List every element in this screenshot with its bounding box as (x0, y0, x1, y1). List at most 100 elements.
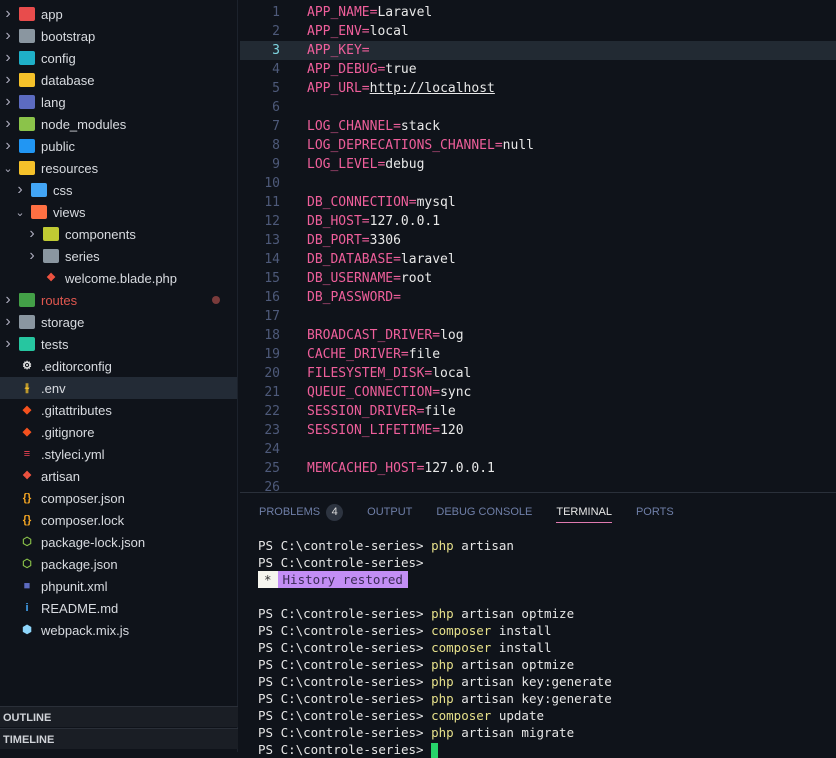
tab-output[interactable]: OUTPUT (367, 502, 412, 522)
tree-item-label: bootstrap (41, 28, 96, 44)
code-editor[interactable]: 1 APP_NAME=Laravel 2 APP_ENV=local 3 APP_KEY=… (240, 0, 836, 495)
tree-item[interactable]: › css (0, 179, 237, 201)
chevron-right-icon[interactable]: › (13, 181, 27, 199)
code-line[interactable]: 3 APP_KEY= (240, 41, 836, 60)
code-line[interactable]: 4 APP_DEBUG=true (240, 60, 836, 79)
tree-item[interactable]: › database (0, 69, 237, 91)
terminal[interactable]: PS C:\controle-series> php artisan PS C:\… (258, 537, 612, 758)
timeline-section[interactable]: TIMELINE (0, 728, 238, 749)
tree-item[interactable]: ⫳ .env (0, 377, 237, 399)
chevron-right-icon[interactable]: › (1, 115, 15, 133)
tree-item[interactable]: › storage (0, 311, 237, 333)
chevron-right-icon[interactable]: › (25, 247, 39, 265)
env-key: BROADCAST_DRIVER (307, 328, 433, 343)
tree-item[interactable]: ⚙ .editorconfig (0, 355, 237, 377)
tree-item[interactable]: ◆ .gitattributes (0, 399, 237, 421)
terminal-line: PS C:\controle-series> php artisan migra… (258, 724, 612, 741)
chevron-right-icon[interactable]: › (1, 49, 15, 67)
tree-item[interactable]: › components (0, 223, 237, 245)
line-number: 4 (272, 62, 280, 77)
code-line[interactable]: 21 QUEUE_CONNECTION=sync (240, 383, 836, 402)
code-line[interactable]: 17 (240, 307, 836, 326)
code-line[interactable]: 24 (240, 440, 836, 459)
chevron-down-icon[interactable]: ⌄ (13, 206, 27, 219)
tree-item[interactable]: › public (0, 135, 237, 157)
file-tree: › app › bootstrap › config › database › lang › node… (0, 3, 237, 641)
chevron-right-icon[interactable]: › (1, 71, 15, 89)
terminal-args: artisan optmize (453, 606, 575, 621)
tree-item[interactable]: {} composer.lock (0, 509, 237, 531)
tree-item[interactable]: ⬡ package.json (0, 553, 237, 575)
tab-ports[interactable]: PORTS (636, 502, 674, 522)
code-line[interactable]: 13 DB_PORT=3306 (240, 231, 836, 250)
tree-item[interactable]: › routes (0, 289, 237, 311)
code-line[interactable]: 19 CACHE_DRIVER=file (240, 345, 836, 364)
code-line[interactable]: 12 DB_HOST=127.0.0.1 (240, 212, 836, 231)
line-content: DB_CONNECTION=mysql (307, 193, 456, 212)
code-line[interactable]: 14 DB_DATABASE=laravel (240, 250, 836, 269)
code-line[interactable]: 25 MEMCACHED_HOST=127.0.0.1 (240, 459, 836, 478)
tree-item[interactable]: ◆ .gitignore (0, 421, 237, 443)
tab-debug-console[interactable]: DEBUG CONSOLE (436, 502, 532, 522)
tree-item[interactable]: › series (0, 245, 237, 267)
tree-item[interactable]: ⬡ package-lock.json (0, 531, 237, 553)
line-content: DB_HOST=127.0.0.1 (307, 212, 440, 231)
tree-item[interactable]: i README.md (0, 597, 237, 619)
chevron-right-icon[interactable]: › (1, 5, 15, 23)
tree-item-label: database (41, 72, 95, 88)
tree-item[interactable]: ■ phpunit.xml (0, 575, 237, 597)
terminal-args: artisan optmize (453, 657, 575, 672)
code-line[interactable]: 5 APP_URL=http://localhost (240, 79, 836, 98)
tree-item[interactable]: › node_modules (0, 113, 237, 135)
outline-section[interactable]: OUTLINE (0, 706, 238, 727)
tree-item[interactable]: ❖ artisan (0, 465, 237, 487)
code-line[interactable]: 8 LOG_DEPRECATIONS_CHANNEL=null (240, 136, 836, 155)
code-line[interactable]: 16 DB_PASSWORD= (240, 288, 836, 307)
code-line[interactable]: 20 FILESYSTEM_DISK=local (240, 364, 836, 383)
chevron-right-icon[interactable]: › (1, 137, 15, 155)
terminal-prompt: PS C:\controle-series> (258, 725, 424, 740)
code-line[interactable]: 2 APP_ENV=local (240, 22, 836, 41)
tree-item[interactable]: {} composer.json (0, 487, 237, 509)
env-value-link[interactable]: http://localhost (370, 81, 495, 96)
tree-item[interactable]: ⬢ webpack.mix.js (0, 619, 237, 641)
tree-item[interactable]: › app (0, 3, 237, 25)
tree-item[interactable]: › bootstrap (0, 25, 237, 47)
code-line[interactable]: 9 LOG_LEVEL=debug (240, 155, 836, 174)
chevron-right-icon[interactable]: › (1, 313, 15, 331)
code-line[interactable]: 22 SESSION_DRIVER=file (240, 402, 836, 421)
tab-problems[interactable]: PROBLEMS 4 (259, 500, 344, 525)
terminal-cursor (431, 743, 439, 758)
tree-item[interactable]: ⌄ resources (0, 157, 237, 179)
chevron-right-icon[interactable]: › (1, 93, 15, 111)
tree-item-label: tests (41, 336, 69, 352)
chevron-right-icon[interactable]: › (25, 225, 39, 243)
code-line[interactable]: 6 (240, 98, 836, 117)
equals-sign: = (393, 252, 401, 267)
code-line[interactable]: 23 SESSION_LIFETIME=120 (240, 421, 836, 440)
tree-item[interactable]: ≡ .styleci.yml (0, 443, 237, 465)
folder-tests-icon (19, 337, 35, 351)
chevron-right-icon[interactable]: › (1, 335, 15, 353)
equals-sign: = (432, 328, 441, 343)
tree-item[interactable]: ❖ welcome.blade.php (0, 267, 237, 289)
tree-item[interactable]: › config (0, 47, 237, 69)
code-line[interactable]: 10 (240, 174, 836, 193)
tab-terminal[interactable]: TERMINAL (556, 502, 612, 523)
tree-item[interactable]: › tests (0, 333, 237, 355)
terminal-prompt: PS C:\controle-series> (258, 708, 424, 723)
code-line[interactable]: 7 LOG_CHANNEL=stack (240, 117, 836, 136)
equals-sign: = (393, 271, 401, 286)
tree-item[interactable]: › lang (0, 91, 237, 113)
code-line[interactable]: 18 BROADCAST_DRIVER=log (240, 326, 836, 345)
code-line[interactable]: 15 DB_USERNAME=root (240, 269, 836, 288)
code-line[interactable]: 11 DB_CONNECTION=mysql (240, 193, 836, 212)
tree-item[interactable]: ⌄ views (0, 201, 237, 223)
code-line[interactable]: 1 APP_NAME=Laravel (240, 3, 836, 22)
line-number: 19 (264, 347, 280, 362)
chevron-right-icon[interactable]: › (1, 291, 15, 309)
chevron-right-icon[interactable]: › (1, 27, 15, 45)
env-value: Laravel (377, 5, 433, 20)
modified-indicator (212, 296, 220, 304)
chevron-down-icon[interactable]: ⌄ (1, 162, 15, 175)
